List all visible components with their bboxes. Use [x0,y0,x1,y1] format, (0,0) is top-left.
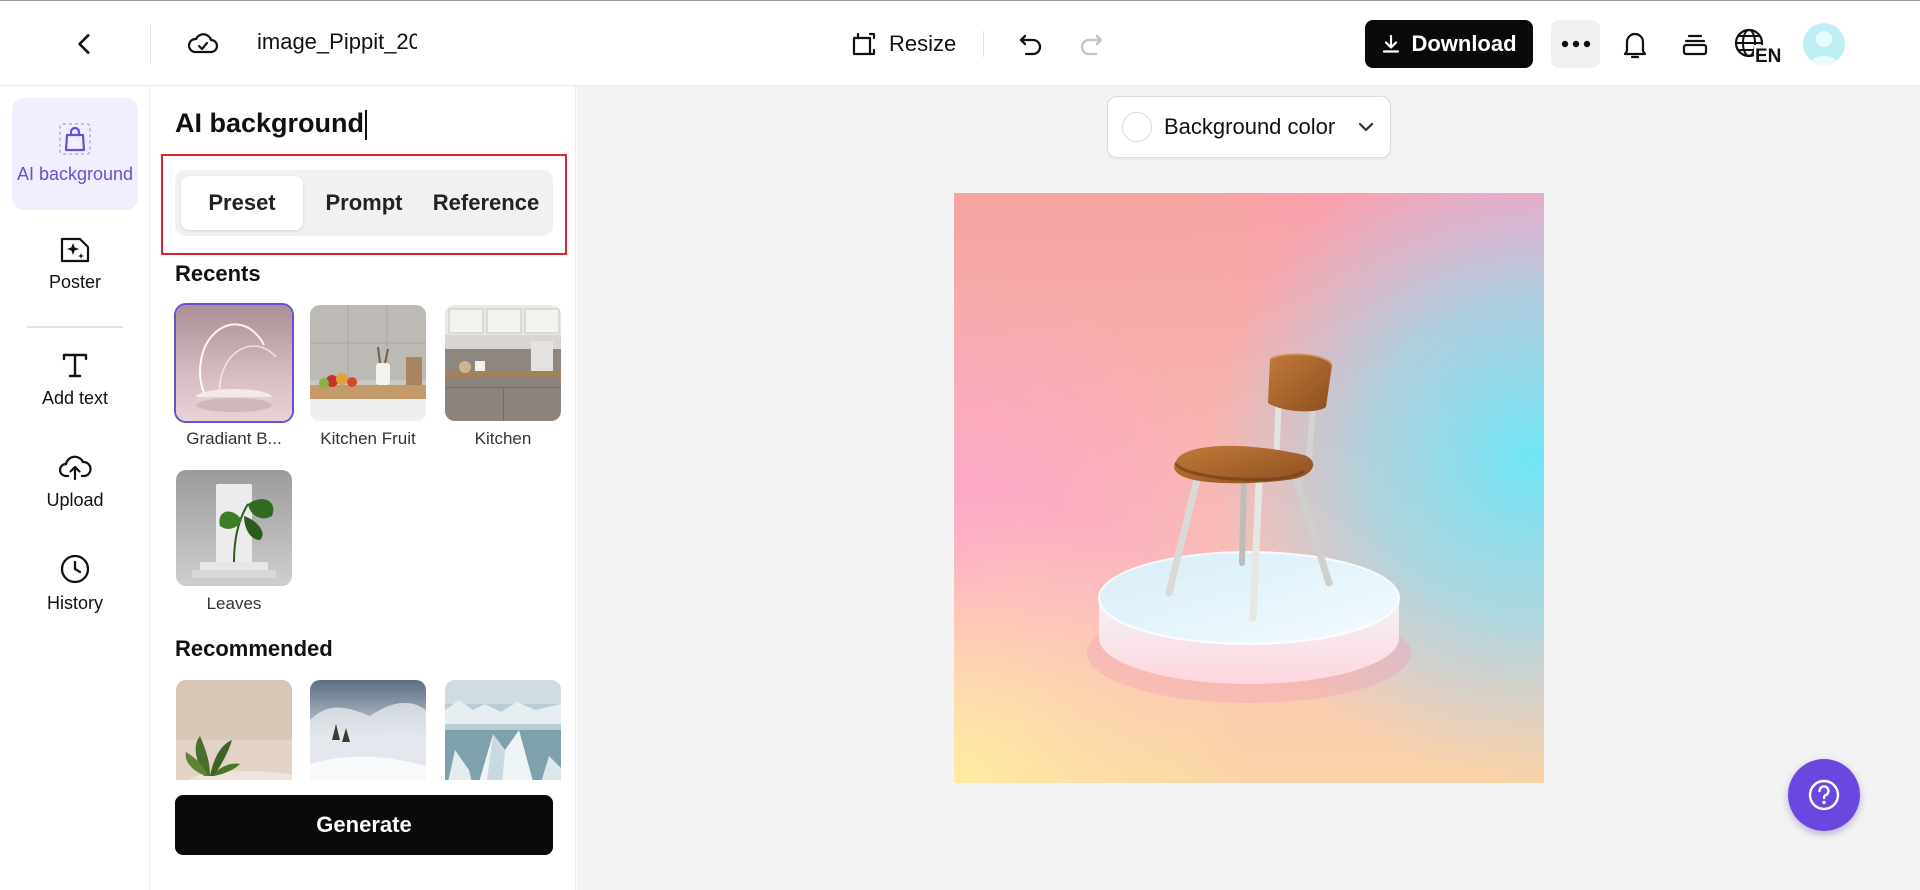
recent-thumb-kitchen[interactable] [445,305,561,421]
layers-icon[interactable] [1674,23,1716,65]
chevron-down-icon [1356,117,1376,137]
tab-prompt[interactable]: Prompt [303,176,425,230]
rail-item-ai-background[interactable]: AI background [12,98,138,210]
recent-thumb-gradiant[interactable] [176,305,292,421]
question-icon [1807,778,1841,812]
language-code: EN [1755,46,1781,65]
toolbar-divider [983,31,984,57]
back-icon[interactable] [64,23,106,65]
recommended-thumb-snow[interactable] [310,680,426,780]
cloud-sync-icon[interactable] [182,23,224,65]
text-icon [60,350,90,380]
language-icon[interactable]: EN [1732,23,1782,67]
file-name-label[interactable]: image_Pippit_20 [257,29,417,55]
avatar[interactable] [1803,23,1845,65]
background-color-label: Background color [1164,114,1336,139]
recent-thumb-label: Gradiant B... [186,429,282,448]
recent-thumb-label: Kitchen Fruit [320,429,416,448]
rail-item-add-text[interactable]: Add text [12,342,138,418]
panel-title-text: AI background [175,108,365,138]
rail-item-label: History [46,593,103,613]
rail-item-label: AI background [16,164,134,184]
bell-icon[interactable] [1614,23,1656,65]
recommended-thumb-plant[interactable] [176,680,292,780]
undo-icon[interactable] [1010,23,1052,65]
download-label: Download [1411,31,1517,56]
resize-label: Resize [889,31,957,56]
rail-item-poster[interactable]: Poster [12,226,138,302]
text-caret [365,109,368,140]
rail-item-label: Add text [41,388,109,408]
help-button[interactable] [1788,759,1860,831]
resize-icon [849,29,879,59]
download-icon [1381,34,1401,54]
tab-reference[interactable]: Reference [425,176,547,230]
rail-divider [27,326,123,328]
recent-thumb-label: Kitchen [474,429,532,448]
rail-item-label: Poster [48,272,102,292]
poster-sparkle-icon [59,234,91,264]
redo-icon[interactable] [1070,23,1112,65]
top-toolbar: image_Pippit_20 Resize Download EN [0,0,1920,86]
canvas-image[interactable] [954,193,1544,783]
tab-preset[interactable]: Preset [181,176,303,230]
cloud-upload-icon [58,452,92,482]
panel-title: AI background [175,108,368,140]
recent-thumb-kitchen-fruit[interactable] [310,305,426,421]
toolbar-divider [150,25,151,63]
background-color-dropdown[interactable]: Background color [1107,96,1391,158]
clock-icon [59,553,91,585]
rail-item-history[interactable]: History [12,546,138,622]
shopping-bag-icon [58,122,92,156]
recent-thumb-leaves[interactable] [176,470,292,586]
recents-heading: Recents [175,261,261,286]
generate-button[interactable]: Generate [175,795,553,855]
mode-tabs: Preset Prompt Reference [175,170,553,236]
recommended-thumb-ice[interactable] [445,680,561,780]
app-window: image_Pippit_20 Resize Download EN AI ba… [0,0,1920,890]
recent-thumb-label: Leaves [206,594,262,613]
more-options-button[interactable] [1551,20,1600,68]
recommended-heading: Recommended [175,636,333,661]
left-tool-rail: AI background Poster Add text Upload His… [0,86,150,890]
color-swatch [1122,112,1152,142]
ai-background-panel: AI background Preset Prompt Reference Re… [151,86,576,890]
rail-item-label: Upload [46,490,104,510]
more-icon [1561,40,1591,48]
download-button[interactable]: Download [1365,20,1533,68]
rail-item-upload[interactable]: Upload [12,444,138,520]
resize-button[interactable]: Resize [845,23,960,65]
